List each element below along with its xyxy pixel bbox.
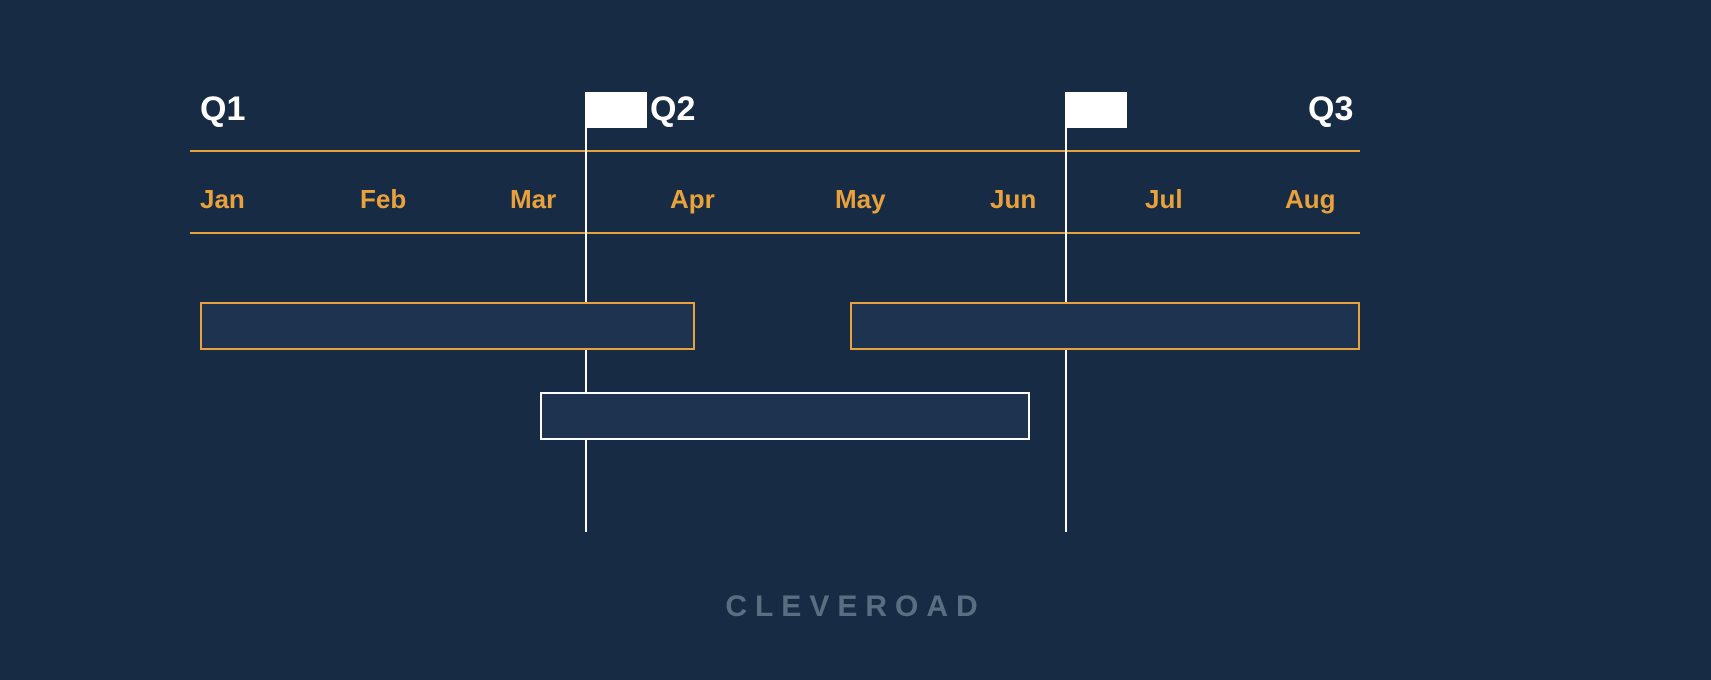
quarter-label-q1: Q1 xyxy=(200,90,245,129)
month-label-jun: Jun xyxy=(990,184,1036,215)
milestone-flag-2 xyxy=(1065,92,1127,128)
month-label-may: May xyxy=(835,184,886,215)
month-label-aug: Aug xyxy=(1285,184,1336,215)
month-label-mar: Mar xyxy=(510,184,556,215)
month-label-feb: Feb xyxy=(360,184,406,215)
watermark: CLEVEROAD xyxy=(0,590,1711,624)
quarter-label-q2: Q2 xyxy=(650,90,695,129)
milestone-flag-1 xyxy=(585,92,647,128)
task-bar-2 xyxy=(540,392,1030,440)
timeline-chart: Q1 Q2 Q3 Jan Feb Mar Apr May Jun Jul Aug xyxy=(190,90,1360,540)
task-bar-1b xyxy=(850,302,1360,350)
divider-top xyxy=(190,150,1360,152)
month-label-jan: Jan xyxy=(200,184,245,215)
task-bar-1a xyxy=(200,302,695,350)
quarter-label-q3: Q3 xyxy=(1308,90,1353,129)
divider-bottom xyxy=(190,232,1360,234)
month-label-jul: Jul xyxy=(1145,184,1183,215)
month-label-apr: Apr xyxy=(670,184,715,215)
